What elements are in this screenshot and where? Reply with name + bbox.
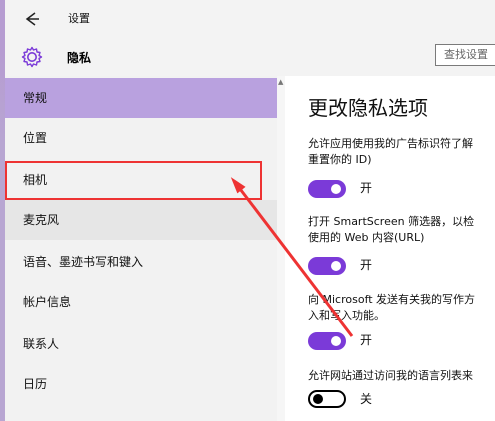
settings-window: 设置 隐私 查找设置 常规 位置 相机 麦克风 语音、墨迹书写和键入 帐户信息 …: [5, 0, 495, 421]
annotation-arrow-icon: [230, 177, 354, 337]
